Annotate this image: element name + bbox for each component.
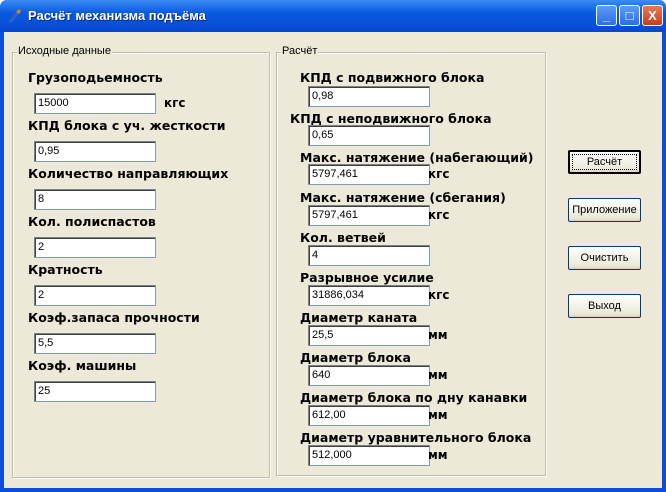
app-icon xyxy=(8,9,21,23)
input-group-label: Исходные данные xyxy=(17,45,112,57)
window-title: Расчёт механизма подъёма xyxy=(28,8,206,23)
result-field-label: Кол. ветвей xyxy=(300,230,386,245)
input-field-input[interactable]: 2 xyxy=(34,285,156,306)
result-field-unit: кгс xyxy=(428,167,450,181)
result-field-input[interactable]: 0,98 xyxy=(308,86,430,107)
appendix-button[interactable]: Приложение xyxy=(568,198,641,222)
input-field-label: Количество направляющих xyxy=(28,166,229,181)
clear-button[interactable]: Очистить xyxy=(568,246,641,270)
result-group-label: Расчёт xyxy=(281,45,319,57)
input-field-input[interactable]: 2 xyxy=(34,237,156,258)
input-field-input[interactable]: 0,95 xyxy=(34,141,156,162)
result-field-input[interactable]: 0,65 xyxy=(308,125,430,146)
result-field-input[interactable]: 25,5 xyxy=(308,325,430,346)
result-field-unit: мм xyxy=(428,368,448,382)
result-field-unit: кгс xyxy=(428,288,450,302)
exit-button[interactable]: Выход xyxy=(568,294,641,318)
result-field-input[interactable]: 4 xyxy=(308,245,430,266)
input-field-label: Кратность xyxy=(28,262,103,277)
result-field-unit: мм xyxy=(428,408,448,422)
result-field-label: Макс. натяжение (сбегания) xyxy=(300,190,506,205)
result-field-label: КПД с неподвижного блока xyxy=(290,111,492,126)
result-field-unit: мм xyxy=(428,448,448,462)
input-field-label: Грузоподьемность xyxy=(28,70,163,85)
result-field-label: Макс. натяжение (набегающий) xyxy=(300,150,534,165)
input-field-label: КПД блока с уч. жесткости xyxy=(28,118,226,133)
minimize-button[interactable]: _ xyxy=(596,5,617,26)
result-field-input[interactable]: 612,00 xyxy=(308,405,430,426)
result-field-label: Диаметр блока по дну канавки xyxy=(300,390,528,405)
result-field-input[interactable]: 640 xyxy=(308,365,430,386)
input-field-input[interactable]: 5,5 xyxy=(34,333,156,354)
calculate-button[interactable]: Расчёт xyxy=(568,150,641,174)
result-field-input[interactable]: 5797,461 xyxy=(308,164,430,185)
result-field-input[interactable]: 5797,461 xyxy=(308,205,430,226)
input-field-label: Коэф. машины xyxy=(28,358,137,373)
result-field-label: Диаметр блока xyxy=(300,350,411,365)
maximize-button[interactable]: □ xyxy=(619,5,640,26)
result-field-input[interactable]: 31886,034 xyxy=(308,285,430,306)
result-field-label: Разрывное усилие xyxy=(300,270,434,285)
close-button[interactable]: X xyxy=(642,5,663,26)
input-field-unit: кгс xyxy=(164,96,186,110)
result-field-label: Диаметр уравнительного блока xyxy=(300,430,532,445)
input-field-label: Кол. полиспастов xyxy=(28,214,156,229)
result-field-label: КПД с подвижного блока xyxy=(300,70,485,85)
input-field-input[interactable]: 8 xyxy=(34,189,156,210)
input-field-label: Коэф.запаса прочности xyxy=(28,310,200,325)
result-field-label: Диаметр каната xyxy=(300,310,418,325)
result-field-input[interactable]: 512,000 xyxy=(308,445,430,466)
result-field-unit: кгс xyxy=(428,208,450,222)
title-bar[interactable]: Расчёт механизма подъёма _ □ X xyxy=(0,0,666,32)
input-field-input[interactable]: 25 xyxy=(34,381,156,402)
input-field-input[interactable]: 15000 xyxy=(34,93,156,114)
result-field-unit: мм xyxy=(428,328,448,342)
